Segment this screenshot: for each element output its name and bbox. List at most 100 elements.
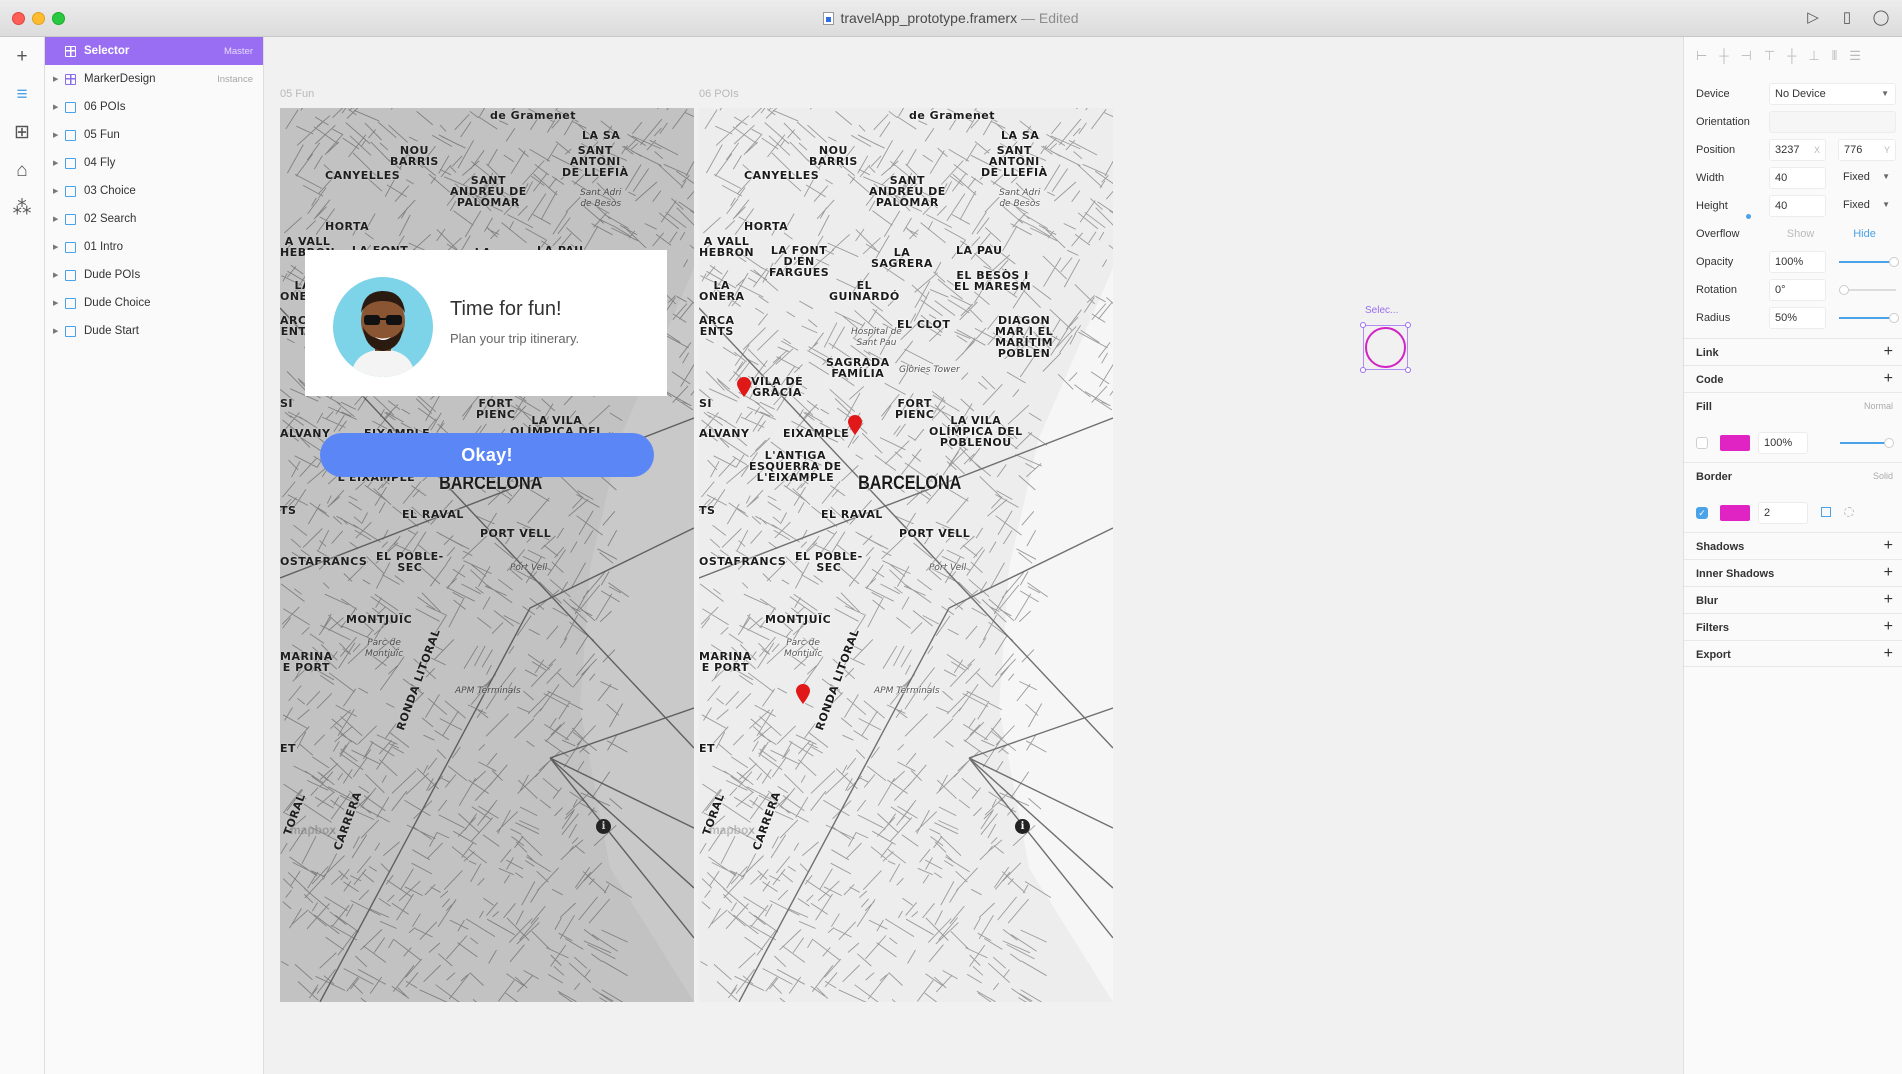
add-link-icon[interactable]: +: [1884, 343, 1893, 361]
add-inner-shadow-icon[interactable]: +: [1884, 564, 1893, 582]
disclosure-arrow-icon[interactable]: ▶: [53, 75, 65, 83]
position-x-field[interactable]: 3237 X: [1769, 139, 1826, 161]
add-blur-icon[interactable]: +: [1884, 591, 1893, 609]
map-label: Glòries Tower: [899, 365, 960, 375]
border-style[interactable]: Solid: [1873, 471, 1893, 481]
position-y-field[interactable]: 776 Y: [1838, 139, 1896, 161]
window-filename: travelApp_prototype.framerx: [840, 10, 1018, 26]
fill-color-swatch[interactable]: [1720, 435, 1750, 451]
device-row: Device No Device ▼: [1696, 83, 1896, 105]
layer-row[interactable]: ▶ 01 Intro: [45, 233, 263, 261]
radius-field[interactable]: 50%: [1769, 307, 1826, 329]
rotation-field[interactable]: 0°: [1769, 279, 1826, 301]
store-icon[interactable]: ⌂: [11, 160, 33, 182]
align-top-icon[interactable]: ⊤: [1764, 48, 1775, 64]
code-section[interactable]: Code +: [1684, 365, 1902, 392]
layer-row[interactable]: ▶ 06 POIs: [45, 93, 263, 121]
layer-row[interactable]: ▶ 03 Choice: [45, 177, 263, 205]
align-center-h-icon[interactable]: ┼: [1719, 48, 1728, 64]
fill-opacity-slider[interactable]: [1840, 438, 1894, 448]
distribute-h-icon[interactable]: ⫴: [1832, 48, 1837, 64]
layer-row[interactable]: ▶ 04 Fly: [45, 149, 263, 177]
disclosure-arrow-icon[interactable]: ▶: [53, 159, 65, 167]
border-all-sides-icon[interactable]: [1821, 507, 1831, 517]
distribute-v-icon[interactable]: ☰: [1849, 48, 1861, 64]
filters-section[interactable]: Filters +: [1684, 613, 1902, 640]
fill-blend-mode[interactable]: Normal: [1864, 401, 1893, 411]
disclosure-arrow-icon[interactable]: ▶: [53, 103, 65, 111]
add-export-icon[interactable]: +: [1884, 645, 1893, 663]
opacity-slider[interactable]: [1839, 257, 1899, 267]
comment-icon[interactable]: ◯: [1872, 9, 1890, 27]
width-mode-select[interactable]: Fixed ▼: [1838, 167, 1896, 189]
add-filter-icon[interactable]: +: [1884, 618, 1893, 636]
disclosure-arrow-icon[interactable]: ▶: [53, 271, 65, 279]
selector-ring[interactable]: [1365, 327, 1406, 368]
frame-label-06-pois[interactable]: 06 POIs: [699, 88, 739, 100]
disclosure-arrow-icon[interactable]: ▶: [53, 131, 65, 139]
disclosure-arrow-icon[interactable]: ▶: [53, 187, 65, 195]
orientation-field[interactable]: [1769, 111, 1896, 133]
opacity-field[interactable]: 100%: [1769, 251, 1826, 273]
device-icon[interactable]: ▯: [1838, 9, 1856, 27]
layer-row[interactable]: ▶ Dude POIs: [45, 261, 263, 289]
align-left-icon[interactable]: ⊢: [1696, 48, 1707, 64]
export-section[interactable]: Export +: [1684, 640, 1902, 667]
align-right-icon[interactable]: ⊣: [1741, 48, 1752, 64]
layers-icon[interactable]: ≡: [11, 84, 33, 106]
map-pin-icon[interactable]: [847, 415, 863, 435]
layer-row[interactable]: ▶ 05 Fun: [45, 121, 263, 149]
fill-section: Fill Normal: [1684, 392, 1902, 419]
device-label: Device: [1696, 88, 1730, 100]
layer-row[interactable]: ▶ Dude Start: [45, 317, 263, 345]
rotation-slider[interactable]: [1839, 285, 1896, 295]
align-middle-icon[interactable]: ┼: [1787, 48, 1796, 64]
layer-row[interactable]: ▶ Dude Choice: [45, 289, 263, 317]
packages-icon[interactable]: ⁂: [11, 198, 33, 220]
resize-handle-bottom-left[interactable]: [1360, 367, 1366, 373]
insert-icon[interactable]: +: [11, 46, 33, 68]
disclosure-arrow-icon[interactable]: ▶: [53, 215, 65, 223]
layer-row[interactable]: ▶ 02 Search: [45, 205, 263, 233]
frame-label-05-fun[interactable]: 05 Fun: [280, 88, 314, 100]
opacity-row: Opacity 100%: [1696, 251, 1899, 273]
height-field[interactable]: 40: [1769, 195, 1826, 217]
add-shadow-icon[interactable]: +: [1884, 537, 1893, 555]
map-pin-icon[interactable]: [736, 377, 752, 397]
border-enabled-checkbox[interactable]: ✓: [1696, 507, 1708, 519]
fill-opacity-field[interactable]: 100%: [1758, 432, 1808, 454]
resize-handle-top-right[interactable]: [1405, 322, 1411, 328]
link-section[interactable]: Link +: [1684, 338, 1902, 365]
layer-row[interactable]: ▶ MarkerDesign Instance: [45, 65, 263, 93]
inner-shadows-section[interactable]: Inner Shadows +: [1684, 559, 1902, 586]
border-color-swatch[interactable]: [1720, 505, 1750, 521]
map-pin-icon[interactable]: [795, 684, 811, 704]
fill-enabled-checkbox[interactable]: [1696, 437, 1708, 449]
okay-button[interactable]: Okay!: [320, 433, 654, 477]
radius-label: Radius: [1696, 312, 1731, 324]
disclosure-arrow-icon[interactable]: ▶: [53, 327, 65, 335]
resize-handle-top-left[interactable]: [1360, 322, 1366, 328]
frame-06-pois[interactable]: de Gramenet LA SA NOU BARRIS SANT ANTONI DE…: [699, 108, 1113, 1002]
overflow-hide-button[interactable]: Hide: [1833, 223, 1896, 245]
device-select[interactable]: No Device ▼: [1769, 83, 1896, 105]
border-width-field[interactable]: 2: [1758, 502, 1808, 524]
align-bottom-icon[interactable]: ⊥: [1808, 48, 1819, 64]
add-code-icon[interactable]: +: [1884, 370, 1893, 388]
components-icon[interactable]: ⊞: [11, 122, 33, 144]
border-individual-sides-icon[interactable]: [1844, 507, 1854, 517]
frame-05-fun[interactable]: de Gramenet LA SA NOU BARRIS SANT ANTONI DE…: [280, 108, 694, 1002]
blur-section[interactable]: Blur +: [1684, 586, 1902, 613]
disclosure-arrow-icon[interactable]: ▶: [53, 299, 65, 307]
map-info-icon[interactable]: i: [1015, 819, 1030, 834]
play-icon[interactable]: ▷: [1804, 9, 1822, 27]
width-field[interactable]: 40: [1769, 167, 1826, 189]
layer-row[interactable]: Selector Master: [45, 37, 263, 65]
disclosure-arrow-icon[interactable]: ▶: [53, 243, 65, 251]
resize-handle-bottom-right[interactable]: [1405, 367, 1411, 373]
shadows-section[interactable]: Shadows +: [1684, 532, 1902, 559]
radius-slider[interactable]: [1839, 313, 1899, 323]
overflow-show-button[interactable]: Show: [1769, 223, 1832, 245]
height-mode-select[interactable]: Fixed ▼: [1838, 195, 1896, 217]
canvas[interactable]: 05 Fun 06 POIs de Gramenet LA SA NOU BARRI…: [264, 37, 1683, 1074]
